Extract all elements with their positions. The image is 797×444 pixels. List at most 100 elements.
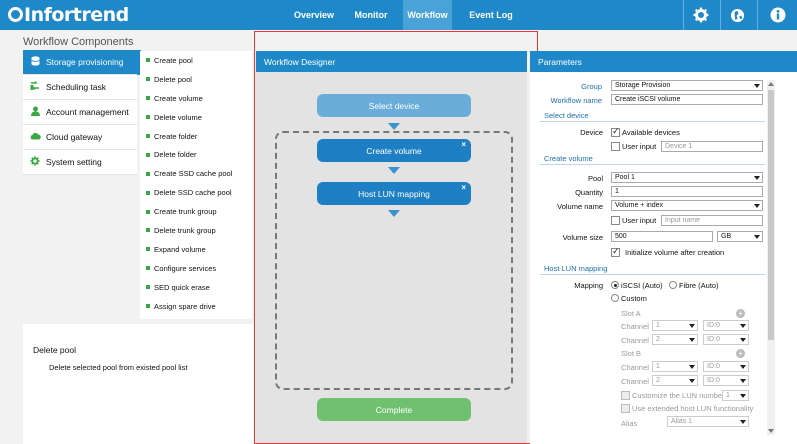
flow-arrow: [388, 210, 400, 217]
group-label: Group: [581, 82, 602, 91]
add-slot-b-icon[interactable]: +: [736, 349, 745, 358]
slot-b-id-2-select[interactable]: ID:0: [703, 375, 749, 386]
task-create-ssd-cache-pool[interactable]: Create SSD cache pool: [140, 164, 252, 183]
task-create-trunk-group[interactable]: Create trunk group: [140, 202, 252, 221]
category-storage-provisioning[interactable]: Storage provisioning: [23, 50, 137, 75]
bullet: [146, 77, 150, 82]
available-devices-checkbox[interactable]: [611, 126, 620, 137]
nav-overview[interactable]: Overview: [290, 0, 338, 30]
category-label: Scheduling task: [46, 82, 107, 92]
task-create-folder[interactable]: Create folder: [140, 127, 252, 146]
group-select[interactable]: Storage Provision: [611, 80, 763, 91]
bullet: [146, 266, 150, 271]
quantity-input[interactable]: 1: [611, 186, 763, 197]
device-input[interactable]: Device 1: [661, 141, 763, 152]
create-volume-section: Create volume: [544, 154, 593, 163]
device-user-input-checkbox[interactable]: [611, 142, 620, 151]
volume-name-select[interactable]: Volume + index: [611, 200, 763, 211]
chevron-down-icon: [740, 394, 746, 398]
task-label: Create pool: [154, 55, 193, 65]
task-configure-services[interactable]: Configure services: [140, 259, 252, 278]
volume-size-input[interactable]: 500: [611, 231, 713, 242]
volume-name-input[interactable]: Input name: [661, 215, 763, 226]
extended-lun-checkbox[interactable]: [621, 404, 630, 413]
nav-event-log[interactable]: Event Log: [462, 0, 520, 30]
alias-select[interactable]: Alias 1: [667, 416, 749, 427]
scrollbar-thumb[interactable]: [768, 90, 774, 340]
task-create-volume[interactable]: Create volume: [140, 89, 252, 108]
slot-a-channel-2-select[interactable]: 2: [652, 334, 698, 345]
fibre-auto-label: Fibre (Auto): [679, 281, 719, 290]
fibre-auto-radio[interactable]: [669, 281, 677, 289]
channel-label: Channel: [621, 336, 649, 345]
volume-user-input-checkbox[interactable]: [611, 216, 620, 225]
iscsi-auto-radio[interactable]: [611, 281, 619, 289]
volume-unit-select[interactable]: GB: [717, 231, 763, 242]
workflow-name-label: Workflow name: [550, 96, 602, 105]
category-account-management[interactable]: Account management: [23, 100, 137, 125]
customize-lun-checkbox[interactable]: [621, 391, 630, 400]
category-label: System setting: [46, 157, 102, 167]
device-label: Device: [580, 128, 603, 137]
slot-b-channel-2-select[interactable]: 2: [652, 375, 698, 386]
task-delete-pool[interactable]: Delete pool: [140, 70, 252, 89]
category-cloud-gateway[interactable]: Cloud gateway: [23, 125, 137, 150]
task-create-pool[interactable]: Create pool: [140, 51, 252, 70]
slot-b-channel-1-select[interactable]: 1: [652, 361, 698, 372]
language-button[interactable]: [720, 0, 754, 30]
bullet: [146, 96, 150, 101]
parameters-scrollbar[interactable]: [767, 80, 775, 435]
chevron-down-icon: [754, 204, 760, 208]
infortrend-logo: Infortrend: [8, 4, 129, 26]
complete-step[interactable]: Complete: [317, 398, 471, 421]
nav-workflow[interactable]: Workflow: [403, 0, 452, 30]
workflow-components-title: Workflow Components: [23, 36, 134, 48]
workflow-name-input[interactable]: Create iSCSI volume: [611, 94, 763, 105]
scroll-down-icon[interactable]: [768, 429, 774, 433]
close-icon[interactable]: ×: [461, 140, 466, 149]
lun-value: 1: [726, 392, 730, 399]
task-delete-trunk-group[interactable]: Delete trunk group: [140, 221, 252, 240]
chevron-down-icon: [754, 176, 760, 180]
bullet: [146, 247, 150, 252]
close-icon[interactable]: ×: [461, 183, 466, 192]
channel-value: 2: [656, 377, 660, 384]
custom-radio[interactable]: [611, 294, 619, 302]
task-delete-folder[interactable]: Delete folder: [140, 145, 252, 164]
settings-button[interactable]: [683, 0, 717, 30]
slot-a-id-1-select[interactable]: ID:0: [703, 320, 749, 331]
add-slot-a-icon[interactable]: +: [736, 309, 745, 318]
logo-text: Infortrend: [24, 4, 129, 26]
task-label: SED quick erase: [154, 282, 210, 292]
bullet: [146, 190, 150, 195]
bullet: [146, 115, 150, 120]
nav-monitor[interactable]: Monitor: [348, 0, 394, 30]
customize-lun-label: Customize the LUN number: [632, 391, 725, 400]
category-system-setting[interactable]: System setting: [23, 150, 137, 175]
scroll-up-icon[interactable]: [768, 82, 774, 86]
info-button[interactable]: [757, 0, 797, 30]
select-device-step[interactable]: Select device: [317, 94, 471, 117]
task-sed-quick-erase[interactable]: SED quick erase: [140, 278, 252, 297]
task-label: Delete volume: [154, 112, 202, 122]
task-expand-volume[interactable]: Expand volume: [140, 240, 252, 259]
create-volume-step[interactable]: Create volume ×: [317, 139, 471, 162]
pool-label: Pool: [587, 174, 603, 183]
slot-a-channel-1-select[interactable]: 1: [652, 320, 698, 331]
task-delete-volume[interactable]: Delete volume: [140, 108, 252, 127]
task-delete-ssd-cache-pool[interactable]: Delete SSD cache pool: [140, 183, 252, 202]
task-assign-spare-drive[interactable]: Assign spare drive: [140, 297, 252, 316]
slot-a-id-2-select[interactable]: ID:0: [703, 334, 749, 345]
category-scheduling-task[interactable]: Scheduling task: [23, 75, 137, 100]
category-list: Storage provisioning Scheduling task Acc…: [23, 50, 137, 175]
gear-icon: [693, 7, 708, 23]
lun-number-select[interactable]: 1: [722, 390, 749, 401]
slot-b-id-1-select[interactable]: ID:0: [703, 361, 749, 372]
task-label: Create volume: [154, 93, 203, 103]
host-lun-mapping-step[interactable]: Host LUN mapping ×: [317, 182, 471, 205]
initialize-volume-checkbox[interactable]: [611, 246, 620, 257]
id-value: ID:0: [707, 363, 720, 370]
pool-select[interactable]: Pool 1: [611, 172, 763, 183]
section-divider: [540, 274, 765, 275]
channel-value: 1: [656, 363, 660, 370]
